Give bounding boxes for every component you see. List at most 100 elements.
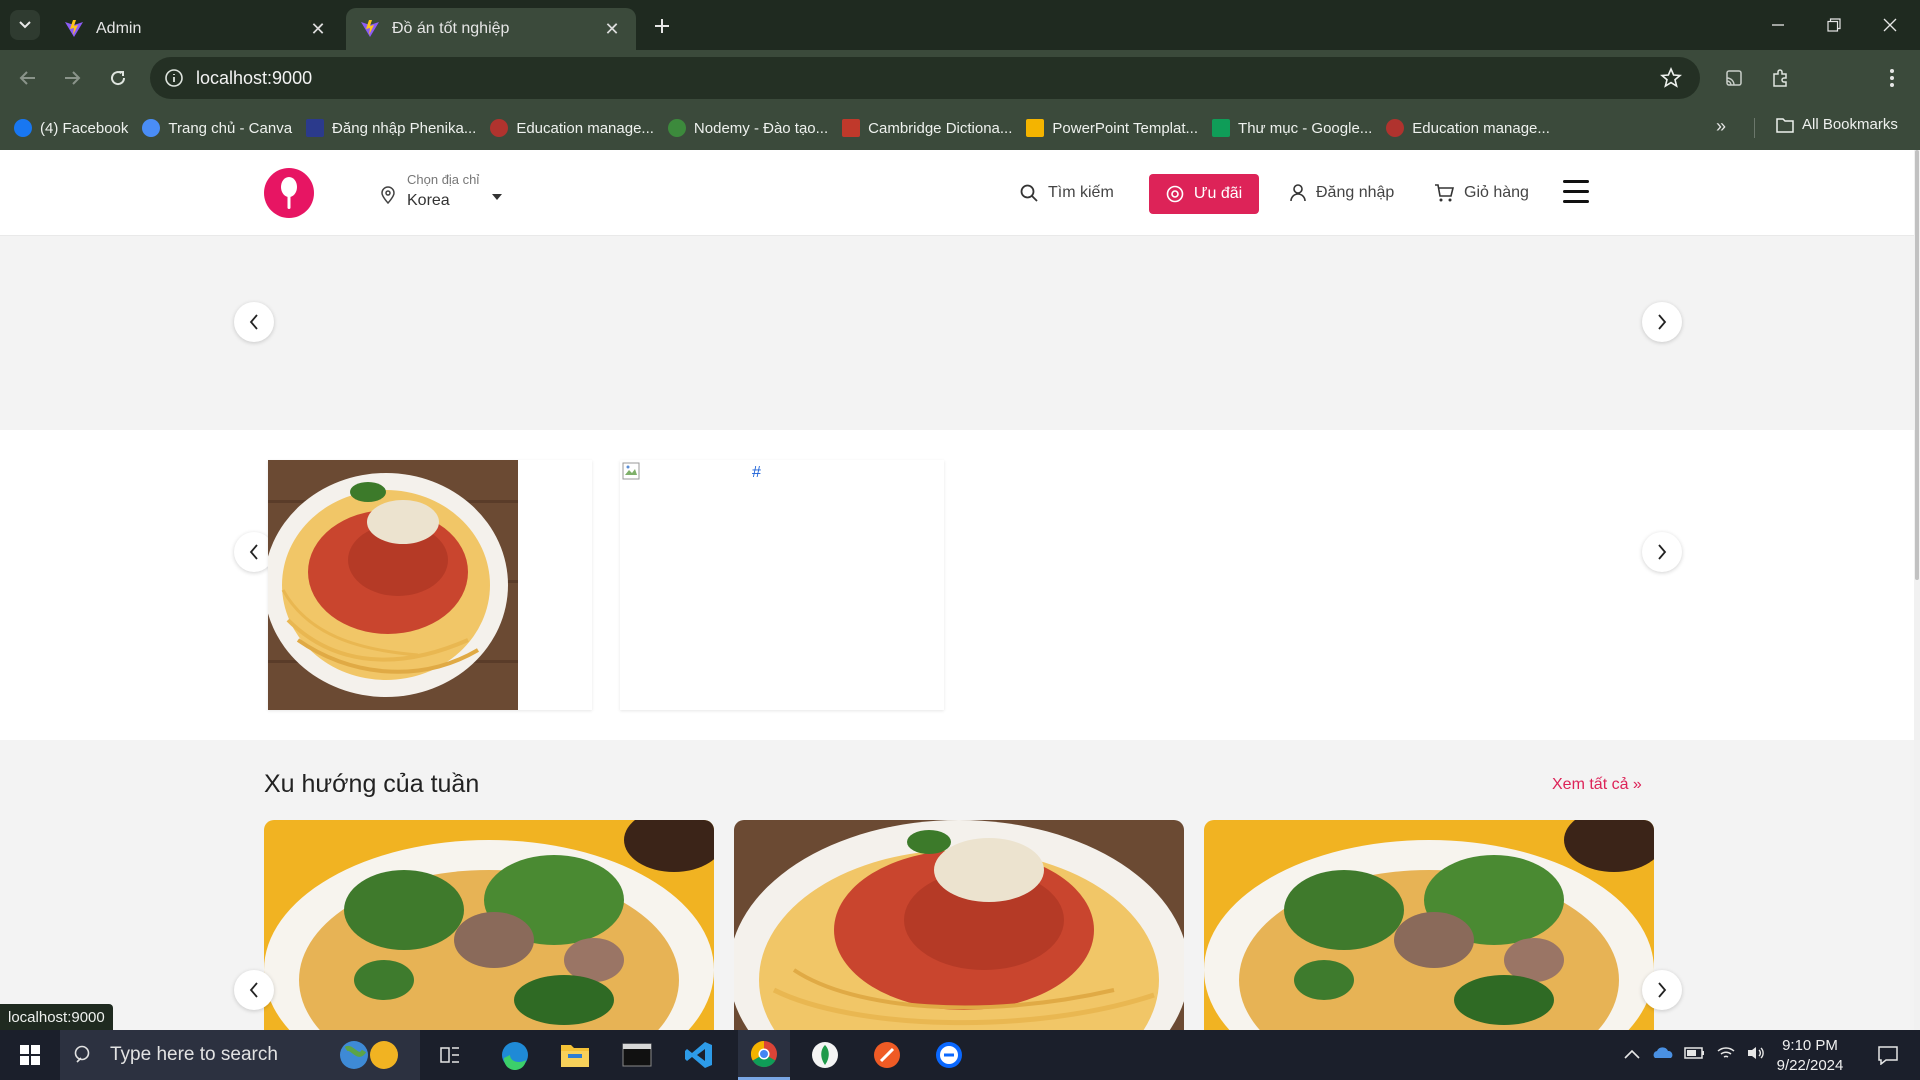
edge-taskbar-button[interactable] <box>490 1030 540 1080</box>
hamburger-menu-icon[interactable] <box>1563 180 1589 204</box>
close-tab-icon[interactable]: ✕ <box>308 19 328 39</box>
file-explorer-taskbar-button[interactable] <box>550 1030 600 1080</box>
vscode-icon <box>685 1042 712 1068</box>
tab-do-an[interactable]: Đồ án tốt nghiệp ✕ <box>346 8 636 50</box>
wifi-icon[interactable] <box>1716 1045 1736 1066</box>
edge-icon <box>502 1042 528 1070</box>
kebab-menu-icon <box>1890 69 1894 87</box>
browser-menu-button[interactable] <box>1876 62 1908 94</box>
bookmark-star-icon[interactable] <box>1660 67 1682 89</box>
trending-section: Xu hướng của tuần Xem tất cả » <box>0 740 1914 1030</box>
bookmark-education-2[interactable]: Education manage... <box>1386 119 1550 137</box>
bookmarks-divider <box>1754 118 1755 138</box>
task-view-icon <box>440 1047 459 1063</box>
site-logo[interactable] <box>264 168 314 218</box>
extensions-button[interactable] <box>1764 62 1796 94</box>
trending-next-button[interactable] <box>1642 970 1682 1010</box>
broken-image-icon <box>622 462 640 480</box>
bookmark-powerpoint[interactable]: PowerPoint Templat... <box>1026 119 1198 137</box>
banner-next-button[interactable] <box>1642 302 1682 342</box>
bookmark-cambridge[interactable]: Cambridge Dictiona... <box>842 119 1012 137</box>
task-view-button[interactable] <box>428 1030 472 1080</box>
google-drive-icon <box>1026 119 1045 137</box>
education-icon <box>490 119 509 137</box>
reload-button[interactable] <box>102 62 134 94</box>
chevron-left-icon <box>249 544 258 560</box>
bookmark-education-1[interactable]: Education manage... <box>490 119 654 137</box>
bookmarks-bar: (4) Facebook Trang chủ - Canva Đăng nhập… <box>0 106 1920 150</box>
taskbar-clock[interactable]: 9:10 PM 9/22/2024 <box>1760 1036 1860 1076</box>
chrome-taskbar-button[interactable] <box>738 1030 790 1080</box>
bookmark-canva[interactable]: Trang chủ - Canva <box>142 119 292 137</box>
banner-prev-button[interactable] <box>234 302 274 342</box>
address-bar[interactable]: localhost:9000 <box>150 57 1700 99</box>
back-button[interactable] <box>12 62 44 94</box>
close-tab-icon[interactable]: ✕ <box>602 19 622 39</box>
cart-label: Giỏ hàng <box>1464 184 1529 201</box>
start-button[interactable] <box>6 1030 54 1080</box>
category-card[interactable] <box>268 460 592 710</box>
trending-card[interactable] <box>734 820 1184 1030</box>
bookmark-phenikaa[interactable]: Đăng nhập Phenika... <box>306 119 476 137</box>
minimize-window-button[interactable] <box>1760 10 1796 40</box>
puzzle-icon <box>1773 69 1787 87</box>
restore-window-button[interactable] <box>1816 10 1852 40</box>
search-link-label: Tìm kiếm <box>1048 184 1114 201</box>
broken-image-alt-text: # <box>752 464 761 481</box>
tab-search-dropdown-button[interactable] <box>10 10 40 40</box>
terminal-taskbar-button[interactable] <box>612 1030 662 1080</box>
all-bookmarks-button[interactable]: All Bookmarks <box>1776 116 1898 133</box>
cast-button[interactable] <box>1718 62 1750 94</box>
notification-icon <box>1878 1046 1898 1065</box>
page-viewport: Chọn địa chỉ Korea Tìm kiếm Ưu đãi Đăng … <box>0 150 1920 1030</box>
mongodb-taskbar-button[interactable] <box>800 1030 850 1080</box>
trending-title: Xu hướng của tuần <box>264 770 480 798</box>
more-bookmarks-chevron-icon[interactable]: » <box>1716 116 1726 137</box>
vscode-taskbar-button[interactable] <box>674 1030 724 1080</box>
zalo-taskbar-button[interactable] <box>924 1030 974 1080</box>
search-link[interactable]: Tìm kiếm <box>1020 150 1114 236</box>
chevron-left-icon <box>249 314 258 330</box>
see-all-link[interactable]: Xem tất cả » <box>1552 776 1642 794</box>
category-carousel: # <box>0 430 1914 740</box>
url-text[interactable]: localhost:9000 <box>196 68 312 89</box>
trending-card[interactable] <box>1204 820 1654 1030</box>
bookmark-nodemy[interactable]: Nodemy - Đào tạo... <box>667 119 828 137</box>
mongodb-leaf-icon <box>812 1042 838 1068</box>
onedrive-icon[interactable] <box>1652 1045 1674 1066</box>
folder-icon <box>1776 117 1794 133</box>
page-scrollbar[interactable] <box>1914 150 1920 1030</box>
spaghetti-image <box>268 460 518 710</box>
login-link[interactable]: Đăng nhập <box>1290 150 1394 236</box>
bookmark-label: PowerPoint Templat... <box>1052 119 1199 137</box>
bookmark-google-folder[interactable]: Thư mục - Google... <box>1212 119 1372 137</box>
bookmark-facebook[interactable]: (4) Facebook <box>14 119 128 137</box>
postman-taskbar-button[interactable] <box>862 1030 912 1080</box>
site-info-icon[interactable] <box>164 68 184 88</box>
windows-taskbar: Type here to search 9:10 PM 9/22/2024 <box>0 1030 1920 1080</box>
deals-button[interactable]: Ưu đãi <box>1149 174 1259 214</box>
deals-label: Ưu đãi <box>1193 185 1243 202</box>
close-icon <box>1883 18 1897 32</box>
arrow-right-icon <box>65 71 81 85</box>
tab-admin[interactable]: Admin ✕ <box>50 8 342 50</box>
postman-icon <box>874 1042 900 1068</box>
plus-icon <box>655 19 669 33</box>
close-window-button[interactable] <box>1872 10 1908 40</box>
restore-icon <box>1827 18 1841 32</box>
canva-icon <box>142 119 161 137</box>
location-pin-icon <box>381 186 395 204</box>
cart-link[interactable]: Giỏ hàng <box>1434 150 1529 236</box>
taskbar-search-box[interactable]: Type here to search <box>60 1030 420 1080</box>
trending-card[interactable] <box>264 820 714 1030</box>
new-tab-button[interactable] <box>648 12 676 40</box>
trending-prev-button[interactable] <box>234 970 274 1010</box>
category-card[interactable]: # <box>620 460 944 710</box>
battery-icon[interactable] <box>1684 1046 1706 1065</box>
forward-button[interactable] <box>56 62 88 94</box>
notification-center-button[interactable] <box>1864 1030 1912 1080</box>
carousel-next-button[interactable] <box>1642 532 1682 572</box>
noodle-photo <box>264 820 714 1030</box>
scrollbar-thumb[interactable] <box>1915 150 1919 580</box>
chevron-up-icon[interactable] <box>1624 1046 1640 1064</box>
